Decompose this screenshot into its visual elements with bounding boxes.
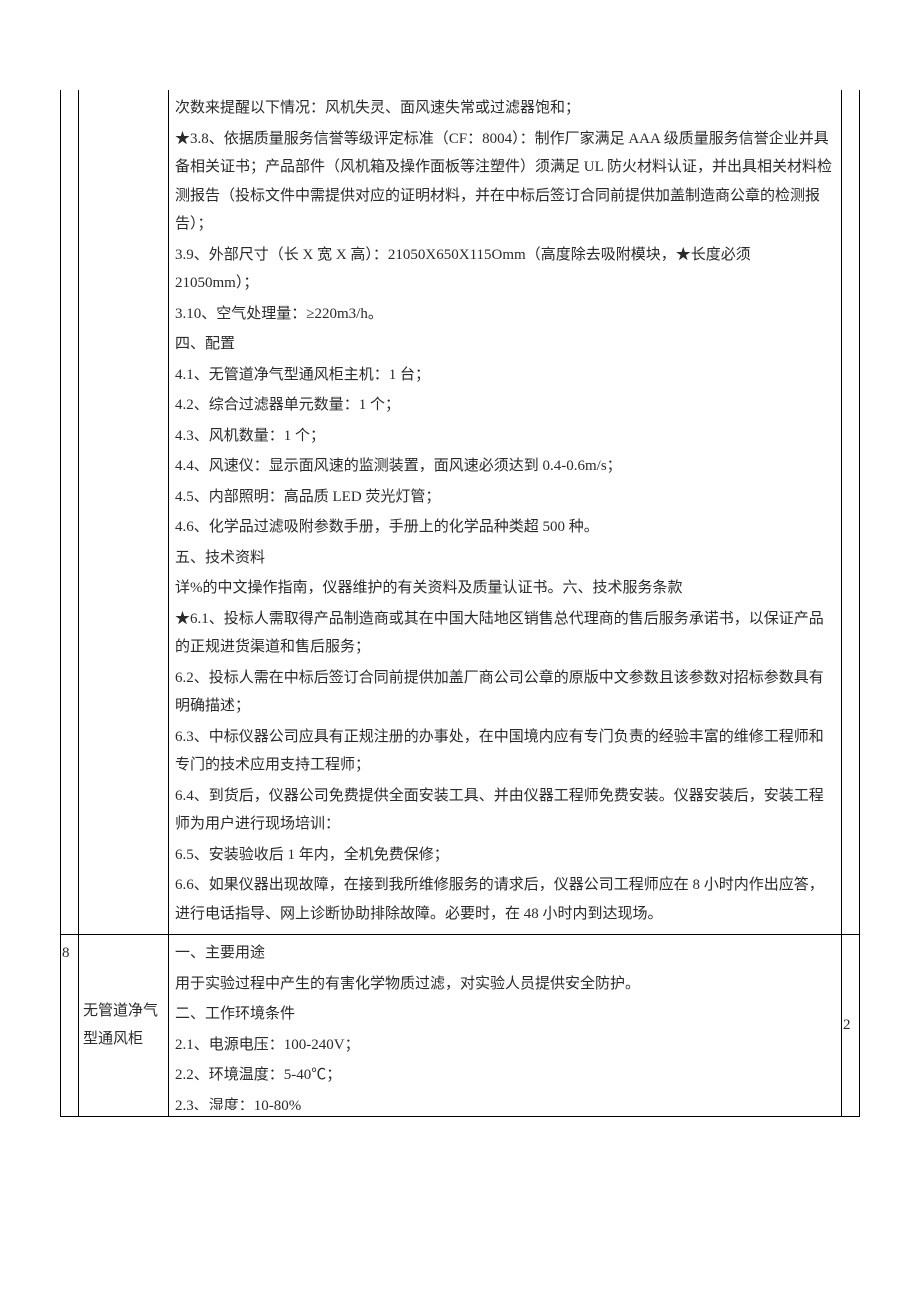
section-title: 一、主要用途 [175,939,835,968]
spec-line: 6.2、投标人需在中标后签订合同前提供加盖厂商公司公章的原版中文参数且该参数对招… [175,664,835,721]
row-7-continued: 次数来提醒以下情况：风机失灵、面风速失常或过滤器饱和； ★3.8、依据质量服务信… [61,90,860,935]
row8-qty: 2 [842,935,860,1117]
row7-index [61,90,79,935]
row-8: 8 无管道净气型通风柜 一、主要用途 用于实验过程中产生的有害化学物质过滤，对实… [61,935,860,1117]
spec-line: 用于实验过程中产生的有害化学物质过滤，对实验人员提供安全防护。 [175,970,835,999]
row8-spec: 一、主要用途 用于实验过程中产生的有害化学物质过滤，对实验人员提供安全防护。 二… [169,935,842,1117]
spec-line: 4.3、风机数量：1 个； [175,422,835,451]
spec-line: 4.5、内部照明：高品质 LED 荧光灯管； [175,483,835,512]
spec-line: 4.6、化学品过滤吸附参数手册，手册上的化学品种类超 500 种。 [175,513,835,542]
spec-line: 4.2、综合过滤器单元数量：1 个； [175,391,835,420]
spec-line: 详%的中文操作指南，仪器维护的有关资料及质量认证书。六、技术服务条款 [175,574,835,603]
spec-line: 3.10、空气处理量：≥220m3/h。 [175,300,835,329]
spec-line: 3.9、外部尺寸（长 X 宽 X 高）：21050X650X115Omm（高度除… [175,241,835,298]
spec-line-cutoff: 2.3、湿度：10-80% [175,1092,835,1110]
spec-line: 2.2、环境温度：5-40℃； [175,1061,835,1090]
spec-line: 6.5、安装验收后 1 年内，全机免费保修； [175,841,835,870]
spec-line: 6.4、到货后，仪器公司免费提供全面安装工具、并由仪器工程师免费安装。仪器安装后… [175,782,835,839]
row7-name [79,90,169,935]
spec-line: 次数来提醒以下情况：风机失灵、面风速失常或过滤器饱和； [175,94,835,123]
spec-line: 6.6、如果仪器出现故障，在接到我所维修服务的请求后，仪器公司工程师应在 8 小… [175,871,835,928]
row8-index: 8 [61,935,79,1117]
section-title: 四、配置 [175,330,835,359]
row7-spec: 次数来提醒以下情况：风机失灵、面风速失常或过滤器饱和； ★3.8、依据质量服务信… [169,90,842,935]
spec-line: ★3.8、依据质量服务信誉等级评定标准（CF：8004）：制作厂家满足 AAA … [175,125,835,239]
spec-line: 2.1、电源电压：100-240V； [175,1031,835,1060]
spec-line: ★6.1、投标人需取得产品制造商或其在中国大陆地区销售总代理商的售后服务承诺书，… [175,605,835,662]
spec-line: 4.1、无管道净气型通风柜主机：1 台； [175,361,835,390]
row7-qty [842,90,860,935]
spec-line: 6.3、中标仪器公司应具有正规注册的办事处，在中国境内应有专门负责的经验丰富的维… [175,723,835,780]
spec-line: 4.4、风速仪：显示面风速的监测装置，面风速必须达到 0.4-0.6m/s； [175,452,835,481]
section-title: 五、技术资料 [175,544,835,573]
section-title: 二、工作环境条件 [175,1000,835,1029]
row8-name: 无管道净气型通风柜 [79,935,169,1117]
spec-table: 次数来提醒以下情况：风机失灵、面风速失常或过滤器饱和； ★3.8、依据质量服务信… [60,90,860,1117]
